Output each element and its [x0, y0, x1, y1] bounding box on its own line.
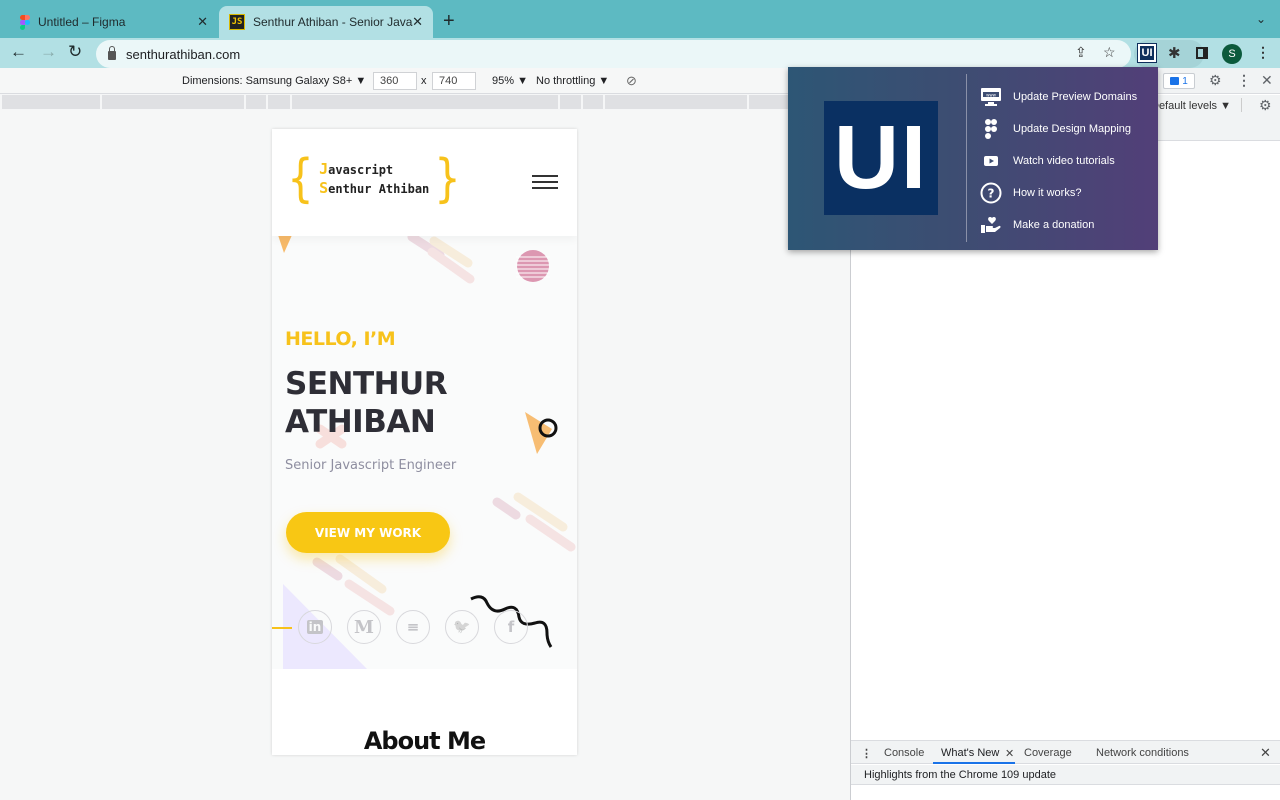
extensions-puzzle-icon[interactable]: ✱: [1168, 44, 1181, 62]
figma-icon: [20, 15, 30, 30]
profile-avatar[interactable]: S: [1222, 44, 1242, 64]
share-icon[interactable]: ⇪: [1075, 44, 1087, 61]
twitter-icon[interactable]: 🐦: [445, 610, 479, 644]
menu-item-make-a-donation[interactable]: Make a donation: [980, 209, 1137, 241]
media-query-segment[interactable]: [246, 95, 266, 109]
js-favicon-icon: JS: [229, 14, 245, 30]
medium-icon[interactable]: M: [347, 610, 381, 644]
linkedin-icon[interactable]: in: [298, 610, 332, 644]
menu-item-update-design-mapping[interactable]: Update Design Mapping: [980, 113, 1137, 145]
decor-stroke: [492, 497, 521, 520]
throttling-select[interactable]: No throttling ▼: [536, 75, 609, 87]
close-tab-icon[interactable]: ✕: [412, 14, 423, 30]
back-arrow-icon[interactable]: ←: [10, 42, 27, 62]
lock-icon: [108, 45, 116, 60]
issues-counter[interactable]: 1: [1163, 73, 1195, 89]
media-query-segment[interactable]: [102, 95, 244, 109]
zoom-select[interactable]: 95% ▼: [492, 75, 528, 87]
drawer-tab-network-conditions[interactable]: Network conditions: [1096, 747, 1189, 759]
ui-logo: UI: [824, 101, 938, 215]
drawer-tab-whats-new[interactable]: What's New: [941, 747, 999, 759]
tab-title: Untitled – Figma: [38, 15, 126, 29]
side-panel-icon[interactable]: [1196, 47, 1208, 59]
close-drawer-icon[interactable]: ✕: [1260, 745, 1271, 761]
menu-item-how-it-works[interactable]: ? How it works?: [980, 177, 1137, 209]
hero-name: SENTHUR ATHIBAN: [285, 366, 448, 440]
drawer-menu-icon[interactable]: ⋮: [861, 747, 872, 760]
drawer-tab-coverage[interactable]: Coverage: [1024, 747, 1072, 759]
toolbar-divider: [1241, 98, 1242, 112]
whats-new-subtitle: Highlights from the Chrome 109 update: [851, 765, 1280, 785]
device-width-input[interactable]: 360: [373, 72, 417, 90]
bookmark-star-icon[interactable]: ☆: [1103, 44, 1116, 61]
browser-menu-icon[interactable]: ⋮: [1256, 44, 1270, 61]
more-options-icon[interactable]: ⋮: [1237, 72, 1251, 89]
youtube-icon: [980, 150, 1002, 172]
help-circle-icon: ?: [980, 182, 1002, 204]
popup-menu: www Update Preview Domains Update Design…: [980, 81, 1137, 241]
logo-brace-open: {: [287, 149, 314, 209]
hamburger-menu-icon[interactable]: [532, 175, 558, 189]
media-query-segment[interactable]: [292, 95, 558, 109]
decor-stroke: [312, 557, 343, 581]
media-query-segment[interactable]: [268, 95, 290, 109]
hero-role: Senior Javascript Engineer: [285, 458, 457, 473]
tab-figma[interactable]: Untitled – Figma ✕: [8, 6, 218, 38]
console-settings-gear-icon[interactable]: ⚙: [1259, 97, 1272, 114]
svg-text:?: ?: [988, 187, 995, 201]
donation-hand-icon: [980, 214, 1002, 236]
drawer-tabbar: ⋮ Console What's New ✕ Coverage Network …: [851, 740, 1280, 764]
popup-divider: [966, 74, 967, 242]
device-toolbar: Dimensions: Samsung Galaxy S8+ ▼ 360 x 7…: [0, 68, 850, 94]
browser-toolbar: ← → ↻ senthurathiban.com ⇪ ☆ ✱ ⋮: [0, 38, 1280, 68]
facebook-icon[interactable]: f: [494, 610, 528, 644]
stackoverflow-icon[interactable]: ≡: [396, 610, 430, 644]
menu-item-update-preview-domains[interactable]: www Update Preview Domains: [980, 81, 1137, 113]
logo-text: Javascript Senthur Athiban: [319, 160, 430, 197]
active-tab-indicator: [933, 762, 1015, 764]
about-heading: About Me: [363, 727, 486, 755]
tab-senthur-athiban[interactable]: JS Senthur Athiban - Senior Javascript ✕: [219, 6, 433, 38]
decor-triangle: [278, 235, 292, 253]
emulated-device-page: { Javascript Senthur Athiban } HELLO, I’…: [272, 129, 577, 755]
figma-icon: [980, 118, 1002, 140]
hero-greeting: HELLO, I’M: [285, 328, 396, 350]
logo-brace-close: }: [434, 149, 462, 209]
media-query-segment[interactable]: [560, 95, 581, 109]
media-query-bar: [0, 95, 850, 109]
menu-item-watch-video-tutorials[interactable]: Watch video tutorials: [980, 145, 1137, 177]
device-height-input[interactable]: 740: [432, 72, 476, 90]
issues-icon: [1170, 77, 1180, 85]
media-query-segment[interactable]: [583, 95, 603, 109]
media-query-segment[interactable]: [605, 95, 747, 109]
log-levels-select[interactable]: Default levels ▼: [1151, 100, 1231, 112]
site-logo[interactable]: { Javascript Senthur Athiban }: [284, 153, 464, 205]
close-whats-new-tab-icon[interactable]: ✕: [1005, 747, 1014, 760]
dimension-times: x: [421, 75, 427, 87]
tab-title: Senthur Athiban - Senior Javascript: [253, 15, 413, 29]
view-my-work-button[interactable]: VIEW MY WORK: [286, 512, 450, 553]
ui-extension-popup: UI www Update Preview Domains Update Des…: [788, 67, 1158, 250]
forward-arrow-icon[interactable]: →: [40, 42, 57, 62]
monitor-www-icon: www: [980, 86, 1002, 108]
close-devtools-icon[interactable]: ✕: [1261, 72, 1273, 89]
url-text: senthurathiban.com: [126, 46, 241, 62]
ui-extension-icon[interactable]: UI: [1137, 43, 1157, 63]
new-tab-button[interactable]: +: [443, 10, 455, 33]
settings-gear-icon[interactable]: ⚙: [1209, 72, 1222, 89]
address-bar[interactable]: senthurathiban.com: [96, 40, 1131, 68]
rotate-icon[interactable]: ⊘: [626, 73, 637, 89]
media-query-segment[interactable]: [2, 95, 100, 109]
social-links: in M ≡ 🐦 f: [298, 610, 528, 644]
site-header: { Javascript Senthur Athiban }: [272, 129, 577, 236]
tab-strip: Untitled – Figma ✕ JS Senthur Athiban - …: [0, 0, 1280, 38]
svg-text:www: www: [986, 92, 997, 97]
reload-icon[interactable]: ↻: [68, 42, 82, 62]
tab-search-chevron-icon[interactable]: ⌄: [1256, 12, 1266, 26]
close-tab-icon[interactable]: ✕: [197, 14, 208, 30]
drawer-tab-console[interactable]: Console: [884, 747, 924, 759]
decor-triangle: [525, 412, 552, 454]
device-dimensions-select[interactable]: Dimensions: Samsung Galaxy S8+ ▼: [182, 75, 366, 87]
